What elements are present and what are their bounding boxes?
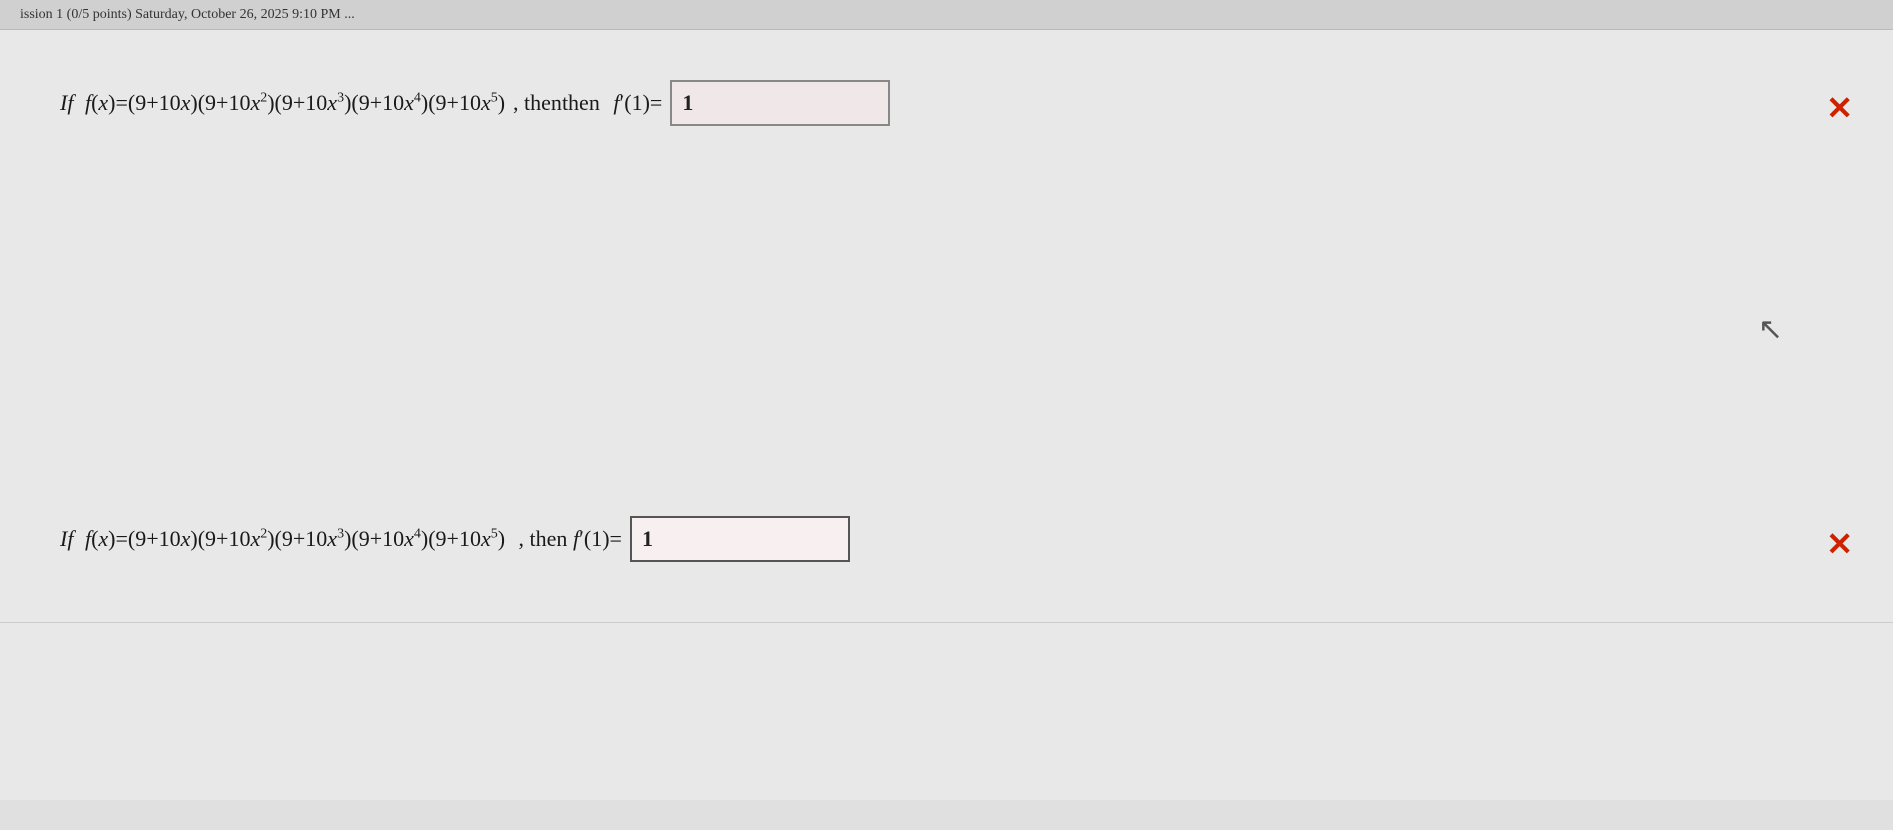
- question-1-if: If: [60, 90, 73, 116]
- question-2-row: If f(x)=(9+10x)(9+10x2)(9+10x3)(9+10x4)(…: [60, 516, 1833, 562]
- question-1-then: , then: [513, 90, 562, 116]
- question-1-answer-box[interactable]: 1: [670, 80, 890, 126]
- question-2-answer-value: 1: [642, 526, 653, 552]
- question-2-expression: f(x)=(9+10x)(9+10x2)(9+10x3)(9+10x4)(9+1…: [85, 526, 505, 552]
- question-2-section: If f(x)=(9+10x)(9+10x2)(9+10x3)(9+10x4)(…: [0, 466, 1893, 623]
- question-2-then-text: , then: [513, 526, 573, 552]
- cursor-icon: ↖: [1758, 312, 1783, 347]
- bottom-bar: [0, 800, 1893, 830]
- question-2-answer-box[interactable]: 1: [630, 516, 850, 562]
- question-1-then-text: then: [562, 90, 605, 116]
- question-2-if: If: [60, 526, 73, 552]
- header-bar: ission 1 (0/5 points) Saturday, October …: [0, 0, 1893, 30]
- separator-section: ↖: [0, 186, 1893, 466]
- header-text: ission 1 (0/5 points) Saturday, October …: [20, 7, 355, 23]
- question-1-fprime: f′(1)=: [613, 90, 662, 116]
- question-1-section: If f(x)=(9+10x)(9+10x2)(9+10x3)(9+10x4)(…: [0, 30, 1893, 186]
- question-2-fprime: f′(1)=: [573, 526, 622, 552]
- question-1-expression: f(x)=(9+10x)(9+10x2)(9+10x3)(9+10x4)(9+1…: [85, 90, 505, 116]
- question-1-answer-value: 1: [682, 90, 693, 116]
- question-2-close-icon[interactable]: ✕: [1826, 525, 1853, 563]
- question-1-row: If f(x)=(9+10x)(9+10x2)(9+10x3)(9+10x4)(…: [60, 80, 1833, 126]
- question-1-close-icon[interactable]: ✕: [1826, 89, 1853, 127]
